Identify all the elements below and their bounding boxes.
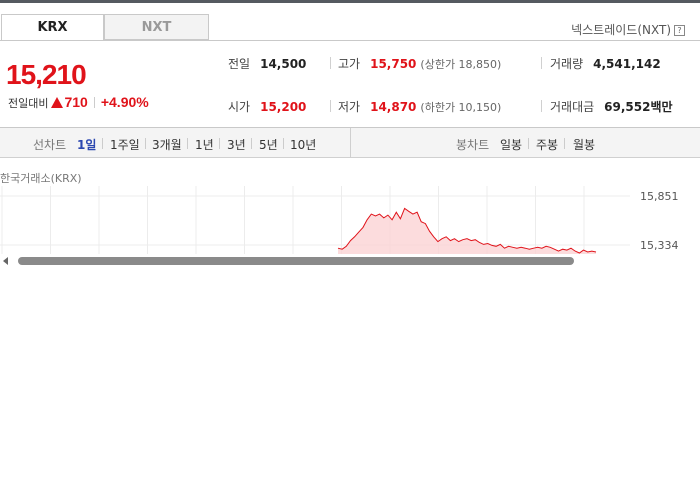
price-summary: 15,210 전일대비 710 +4.90% 전일 14,500 시가 15,200 고… — [0, 40, 700, 128]
stat-label: 거래량 — [550, 57, 584, 71]
period-3y[interactable]: 3년 — [227, 136, 246, 153]
stat-prev-close: 전일 14,500 — [228, 55, 306, 72]
stat-label: 전일 — [228, 57, 251, 71]
stat-value: 15,750 — [370, 57, 417, 71]
chart-title: 한국거래소(KRX) — [0, 172, 82, 185]
scroll-thumb[interactable] — [18, 257, 574, 265]
toolbar-divider — [350, 128, 351, 158]
stat-volume: 거래량 4,541,142 — [550, 55, 661, 72]
divider — [541, 57, 542, 69]
stat-value: 4,541,142 — [593, 57, 661, 71]
candle-chart-label: 봉차트 — [456, 138, 490, 152]
candle-weekly[interactable]: 주봉 — [536, 136, 558, 153]
period-5y[interactable]: 5년 — [259, 136, 278, 153]
price-chart: 15,851 15,334 — [0, 186, 679, 254]
price-change: 전일대비 710 +4.90% — [8, 94, 149, 111]
divider — [145, 138, 146, 149]
divider — [283, 138, 284, 149]
tab-krx[interactable]: KRX — [1, 14, 104, 40]
stat-value: 14,500 — [260, 57, 307, 71]
stat-high: 고가 15,750 (상한가 18,850) — [338, 55, 501, 72]
stat-label: 저가 — [338, 100, 361, 114]
period-3m[interactable]: 3개월 — [152, 136, 182, 153]
up-arrow-icon — [51, 97, 64, 108]
nxt-title-label: 넥스트레이드(NXT) — [571, 23, 671, 37]
scroll-left-arrow-icon[interactable] — [3, 257, 8, 265]
stat-label: 고가 — [338, 57, 361, 71]
divider — [102, 138, 103, 149]
lower-limit: (하한가 10,150) — [420, 101, 502, 114]
divider — [330, 57, 331, 69]
tab-nxt[interactable]: NXT — [104, 14, 209, 40]
help-icon[interactable]: ? — [674, 25, 685, 36]
stat-label: 거래대금 — [550, 100, 595, 114]
divider — [528, 138, 529, 149]
divider — [564, 138, 565, 149]
divider — [330, 100, 331, 112]
stat-open: 시가 15,200 — [228, 98, 306, 115]
chart-toolbar: 선차트 1일 1주일 3개월 1년 3년 5년 10년 봉차트 일봉 주봉 월봉 — [0, 128, 700, 158]
upper-limit: (상한가 18,850) — [420, 58, 502, 71]
divider — [187, 138, 188, 149]
divider — [541, 100, 542, 112]
period-10y[interactable]: 10년 — [290, 136, 316, 153]
period-1y[interactable]: 1년 — [195, 136, 214, 153]
stat-label: 시가 — [228, 100, 251, 114]
divider — [93, 97, 95, 108]
candle-monthly[interactable]: 월봉 — [573, 136, 595, 153]
stat-low: 저가 14,870 (하한가 10,150) — [338, 98, 501, 115]
period-1d[interactable]: 1일 — [77, 136, 96, 153]
change-percent: +4.90% — [100, 94, 149, 110]
y-tick-label: 15,851 — [640, 190, 679, 203]
nxt-title[interactable]: 넥스트레이드(NXT)? — [571, 21, 685, 38]
divider — [219, 138, 220, 149]
change-amount: 710 — [64, 94, 88, 110]
line-chart-label: 선차트 — [33, 138, 67, 152]
stat-amount: 거래대금 69,552백만 — [550, 98, 673, 115]
stat-value: 69,552 — [604, 100, 651, 114]
stat-unit: 백만 — [650, 100, 673, 114]
top-border — [0, 0, 700, 3]
chart-scrollbar[interactable] — [0, 254, 700, 268]
stat-value: 14,870 — [370, 100, 417, 114]
current-price: 15,210 — [6, 59, 87, 90]
y-tick-label: 15,334 — [640, 239, 679, 252]
change-label: 전일대비 — [8, 97, 49, 110]
candle-daily[interactable]: 일봉 — [500, 136, 522, 153]
stat-value: 15,200 — [260, 100, 307, 114]
divider — [251, 138, 252, 149]
period-1w[interactable]: 1주일 — [110, 136, 140, 153]
